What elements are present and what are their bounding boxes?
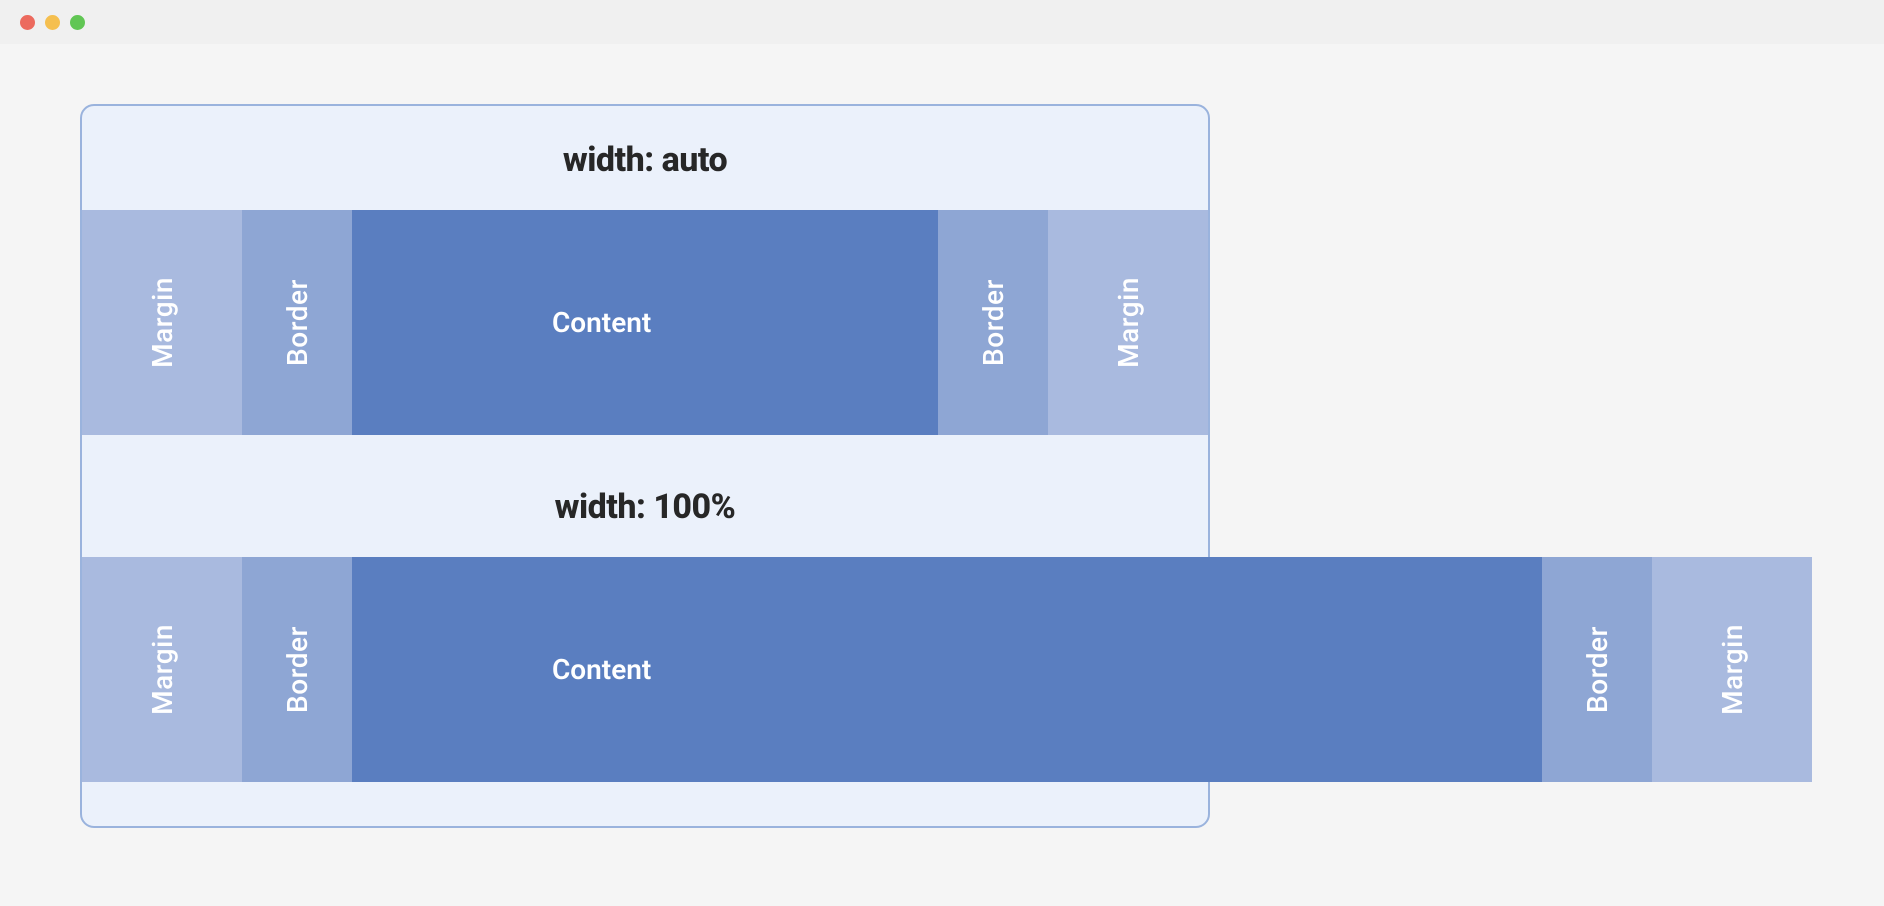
box-model-container: width: auto Margin Border Content Border…	[80, 104, 1210, 828]
bottom-spacer	[82, 782, 1208, 826]
zoom-icon[interactable]	[70, 15, 85, 30]
margin-left-segment: Margin	[82, 210, 242, 435]
content-segment: Content	[352, 557, 1542, 782]
close-icon[interactable]	[20, 15, 35, 30]
margin-left-label: Margin	[145, 277, 178, 368]
diagram-canvas: width: auto Margin Border Content Border…	[0, 44, 1884, 828]
border-left-label: Border	[280, 626, 313, 713]
margin-right-segment: Margin	[1048, 210, 1208, 435]
minimize-icon[interactable]	[45, 15, 60, 30]
content-label: Content	[552, 653, 651, 686]
margin-left-segment: Margin	[82, 557, 242, 782]
content-label: Content	[552, 306, 651, 339]
border-right-segment: Border	[1542, 557, 1652, 782]
border-right-label: Border	[1580, 626, 1613, 713]
width-auto-heading: width: auto	[82, 106, 1208, 210]
margin-right-label: Margin	[1715, 624, 1748, 715]
width-auto-row: Margin Border Content Border Margin	[82, 210, 1208, 435]
border-left-segment: Border	[242, 557, 352, 782]
border-left-label: Border	[280, 279, 313, 366]
margin-right-segment: Margin	[1652, 557, 1812, 782]
width-100-row: Margin Border Content Border Margin	[82, 557, 1812, 782]
border-right-segment: Border	[938, 210, 1048, 435]
margin-right-label: Margin	[1111, 277, 1144, 368]
content-segment: Content	[352, 210, 938, 435]
border-right-label: Border	[976, 279, 1009, 366]
width-100-heading: width: 100%	[82, 435, 1208, 557]
border-left-segment: Border	[242, 210, 352, 435]
margin-left-label: Margin	[145, 624, 178, 715]
window-titlebar	[0, 0, 1884, 44]
